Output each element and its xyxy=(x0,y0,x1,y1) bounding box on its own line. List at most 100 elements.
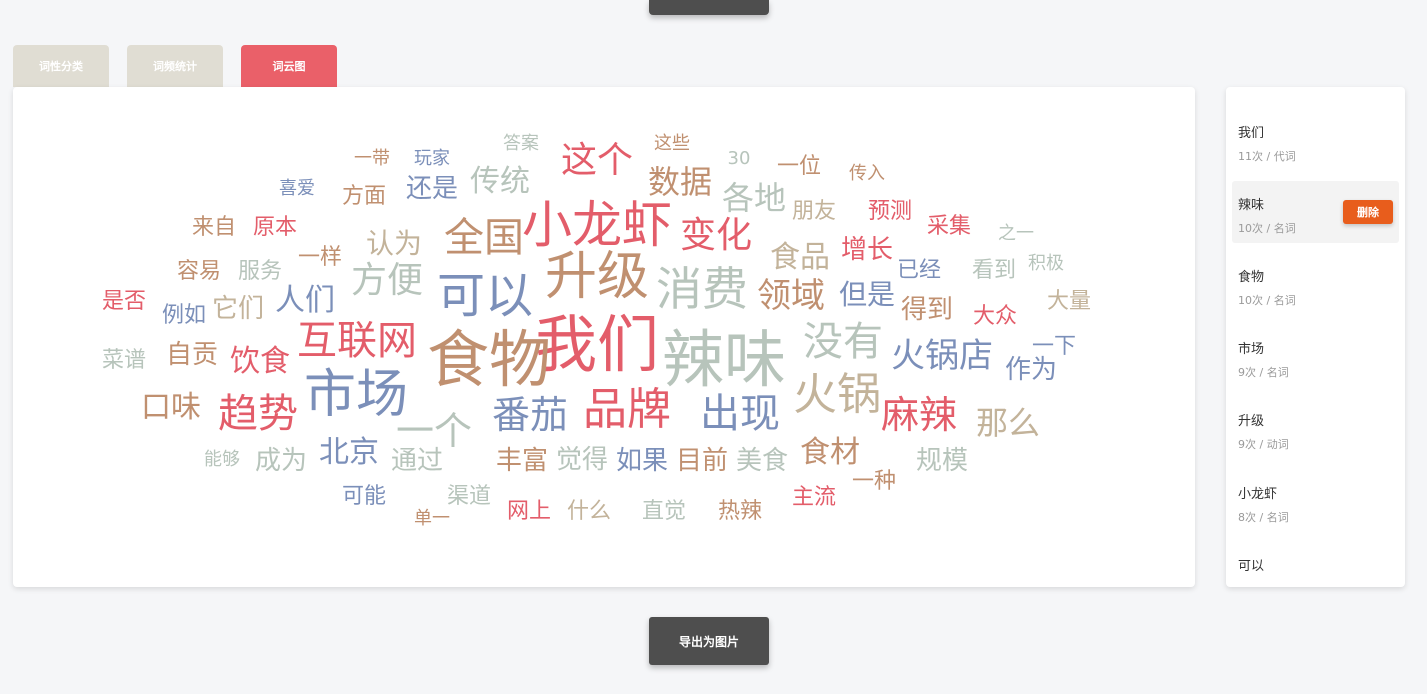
cloud-word[interactable]: 方便 xyxy=(351,263,423,299)
cloud-word[interactable]: 朋友 xyxy=(792,201,836,223)
cloud-word[interactable]: 已经 xyxy=(897,260,941,282)
delete-button[interactable]: 删除 xyxy=(1343,200,1393,224)
word-list-item[interactable]: 市场 9次 / 名词 xyxy=(1232,325,1399,387)
cloud-word[interactable]: 人们 xyxy=(275,286,335,316)
cloud-word[interactable]: 规模 xyxy=(916,448,968,474)
cloud-word[interactable]: 如果 xyxy=(616,448,668,474)
cloud-word[interactable]: 一位 xyxy=(777,156,821,178)
word-list-item[interactable]: 升级 9次 / 动词 xyxy=(1232,397,1399,459)
cloud-word[interactable]: 食材 xyxy=(800,438,860,468)
cloud-word[interactable]: 市场 xyxy=(304,369,408,421)
cloud-word[interactable]: 方面 xyxy=(342,186,386,208)
cloud-word[interactable]: 网上 xyxy=(507,501,551,523)
cloud-word[interactable]: 积极 xyxy=(1028,255,1064,273)
cloud-word[interactable]: 传入 xyxy=(849,165,885,183)
cloud-word[interactable]: 小龙虾 xyxy=(522,200,672,250)
cloud-word[interactable]: 火锅 xyxy=(793,373,881,417)
cloud-word[interactable]: 觉得 xyxy=(556,447,608,473)
cloud-word[interactable]: 品牌 xyxy=(583,388,671,432)
cloud-word[interactable]: 领域 xyxy=(757,279,825,313)
cloud-word[interactable]: 北京 xyxy=(319,438,379,468)
cloud-word[interactable]: 单一 xyxy=(414,510,450,528)
cloud-word[interactable]: 是否 xyxy=(102,291,146,313)
cloud-word[interactable]: 一下 xyxy=(1032,336,1076,358)
cloud-word[interactable]: 答案 xyxy=(503,135,539,153)
cloud-word[interactable]: 之一 xyxy=(998,225,1034,243)
cloud-word[interactable]: 食物 xyxy=(427,329,551,391)
word-list-item[interactable]: 可以 xyxy=(1232,542,1399,587)
cloud-word[interactable]: 一种 xyxy=(852,471,896,493)
cloud-word[interactable]: 菜谱 xyxy=(102,350,146,372)
top-collapsed-button[interactable] xyxy=(649,0,769,15)
cloud-word[interactable]: 一个 xyxy=(396,412,472,450)
word-list-item[interactable]: 我们 11次 / 代词 xyxy=(1232,109,1399,171)
cloud-word[interactable]: 趋势 xyxy=(218,394,298,434)
cloud-word[interactable]: 玩家 xyxy=(414,150,450,168)
cloud-word[interactable]: 美食 xyxy=(736,448,788,474)
cloud-word[interactable]: 出现 xyxy=(700,394,780,434)
cloud-word[interactable]: 消费 xyxy=(656,266,748,312)
word-list-item[interactable]: 小龙虾 8次 / 名词 xyxy=(1232,470,1399,532)
cloud-word[interactable]: 预测 xyxy=(868,201,912,223)
cloud-word[interactable]: 增长 xyxy=(841,237,893,263)
cloud-word[interactable]: 它们 xyxy=(212,296,264,322)
cloud-word[interactable]: 通过 xyxy=(391,448,443,474)
cloud-word[interactable]: 升级 xyxy=(545,251,649,303)
cloud-word[interactable]: 食品 xyxy=(770,243,830,273)
word-list-item[interactable]: 食物 10次 / 名词 xyxy=(1232,253,1399,315)
cloud-word[interactable]: 成为 xyxy=(255,448,307,474)
cloud-word[interactable]: 互联网 xyxy=(297,321,417,361)
cloud-word[interactable]: 可能 xyxy=(342,486,386,508)
cloud-word[interactable]: 容易 xyxy=(177,261,221,283)
cloud-word[interactable]: 传统 xyxy=(470,167,530,197)
cloud-word[interactable]: 看到 xyxy=(972,260,1016,282)
cloud-word[interactable]: 认为 xyxy=(366,230,422,258)
cloud-word[interactable]: 还是 xyxy=(406,176,458,202)
cloud-word[interactable]: 麻辣 xyxy=(881,396,957,434)
cloud-word[interactable]: 主流 xyxy=(792,487,836,509)
cloud-word[interactable]: 番茄 xyxy=(492,396,568,434)
cloud-word[interactable]: 目前 xyxy=(676,448,728,474)
tab-word-cloud[interactable]: 词云图 xyxy=(241,45,337,87)
cloud-word[interactable]: 原本 xyxy=(253,217,297,239)
cloud-word[interactable]: 饮食 xyxy=(230,347,290,377)
cloud-word[interactable]: 热辣 xyxy=(718,501,762,523)
cloud-word[interactable]: 大众 xyxy=(973,306,1017,328)
cloud-word[interactable]: 我们 xyxy=(535,314,659,376)
tab-frequency-stats[interactable]: 词频统计 xyxy=(127,45,223,87)
cloud-word[interactable]: 一带 xyxy=(354,150,390,168)
cloud-word[interactable]: 喜爱 xyxy=(279,180,315,198)
cloud-word[interactable]: 变化 xyxy=(680,218,752,254)
cloud-word[interactable]: 各地 xyxy=(722,182,786,214)
cloud-word[interactable]: 辣味 xyxy=(662,329,786,391)
cloud-word[interactable]: 一样 xyxy=(298,247,342,269)
cloud-word[interactable]: 没有 xyxy=(803,322,883,362)
cloud-word[interactable]: 来自 xyxy=(192,217,236,239)
cloud-word[interactable]: 丰富 xyxy=(496,448,548,474)
cloud-word[interactable]: 火锅店 xyxy=(891,339,993,373)
cloud-word[interactable]: 采集 xyxy=(927,216,971,238)
tab-pos-classification[interactable]: 词性分类 xyxy=(13,45,109,87)
cloud-word[interactable]: 这个 xyxy=(561,143,633,179)
cloud-word[interactable]: 服务 xyxy=(238,261,282,283)
cloud-word[interactable]: 什么 xyxy=(567,501,611,523)
cloud-word[interactable]: 能够 xyxy=(204,451,240,469)
export-image-button[interactable]: 导出为图片 xyxy=(649,617,769,665)
cloud-word[interactable]: 自贡 xyxy=(166,342,218,368)
cloud-word[interactable]: 数据 xyxy=(648,166,712,198)
word-list-item[interactable]: 辣味 10次 / 名词 删除 xyxy=(1232,181,1399,243)
cloud-word[interactable]: 这些 xyxy=(654,135,690,153)
cloud-word[interactable]: 直觉 xyxy=(642,501,686,523)
word-list-item-word: 我们 xyxy=(1238,126,1265,141)
cloud-word[interactable]: 作为 xyxy=(1005,357,1057,383)
cloud-word[interactable]: 口味 xyxy=(141,393,201,423)
cloud-word[interactable]: 但是 xyxy=(839,281,895,309)
cloud-word[interactable]: 得到 xyxy=(901,297,953,323)
cloud-word[interactable]: 可以 xyxy=(437,272,533,320)
cloud-word[interactable]: 渠道 xyxy=(447,486,491,508)
cloud-word[interactable]: 全国 xyxy=(444,218,524,258)
cloud-word[interactable]: 那么 xyxy=(976,407,1040,439)
cloud-word[interactable]: 大量 xyxy=(1047,291,1091,313)
cloud-word[interactable]: 30 xyxy=(728,150,751,168)
cloud-word[interactable]: 例如 xyxy=(162,305,206,327)
